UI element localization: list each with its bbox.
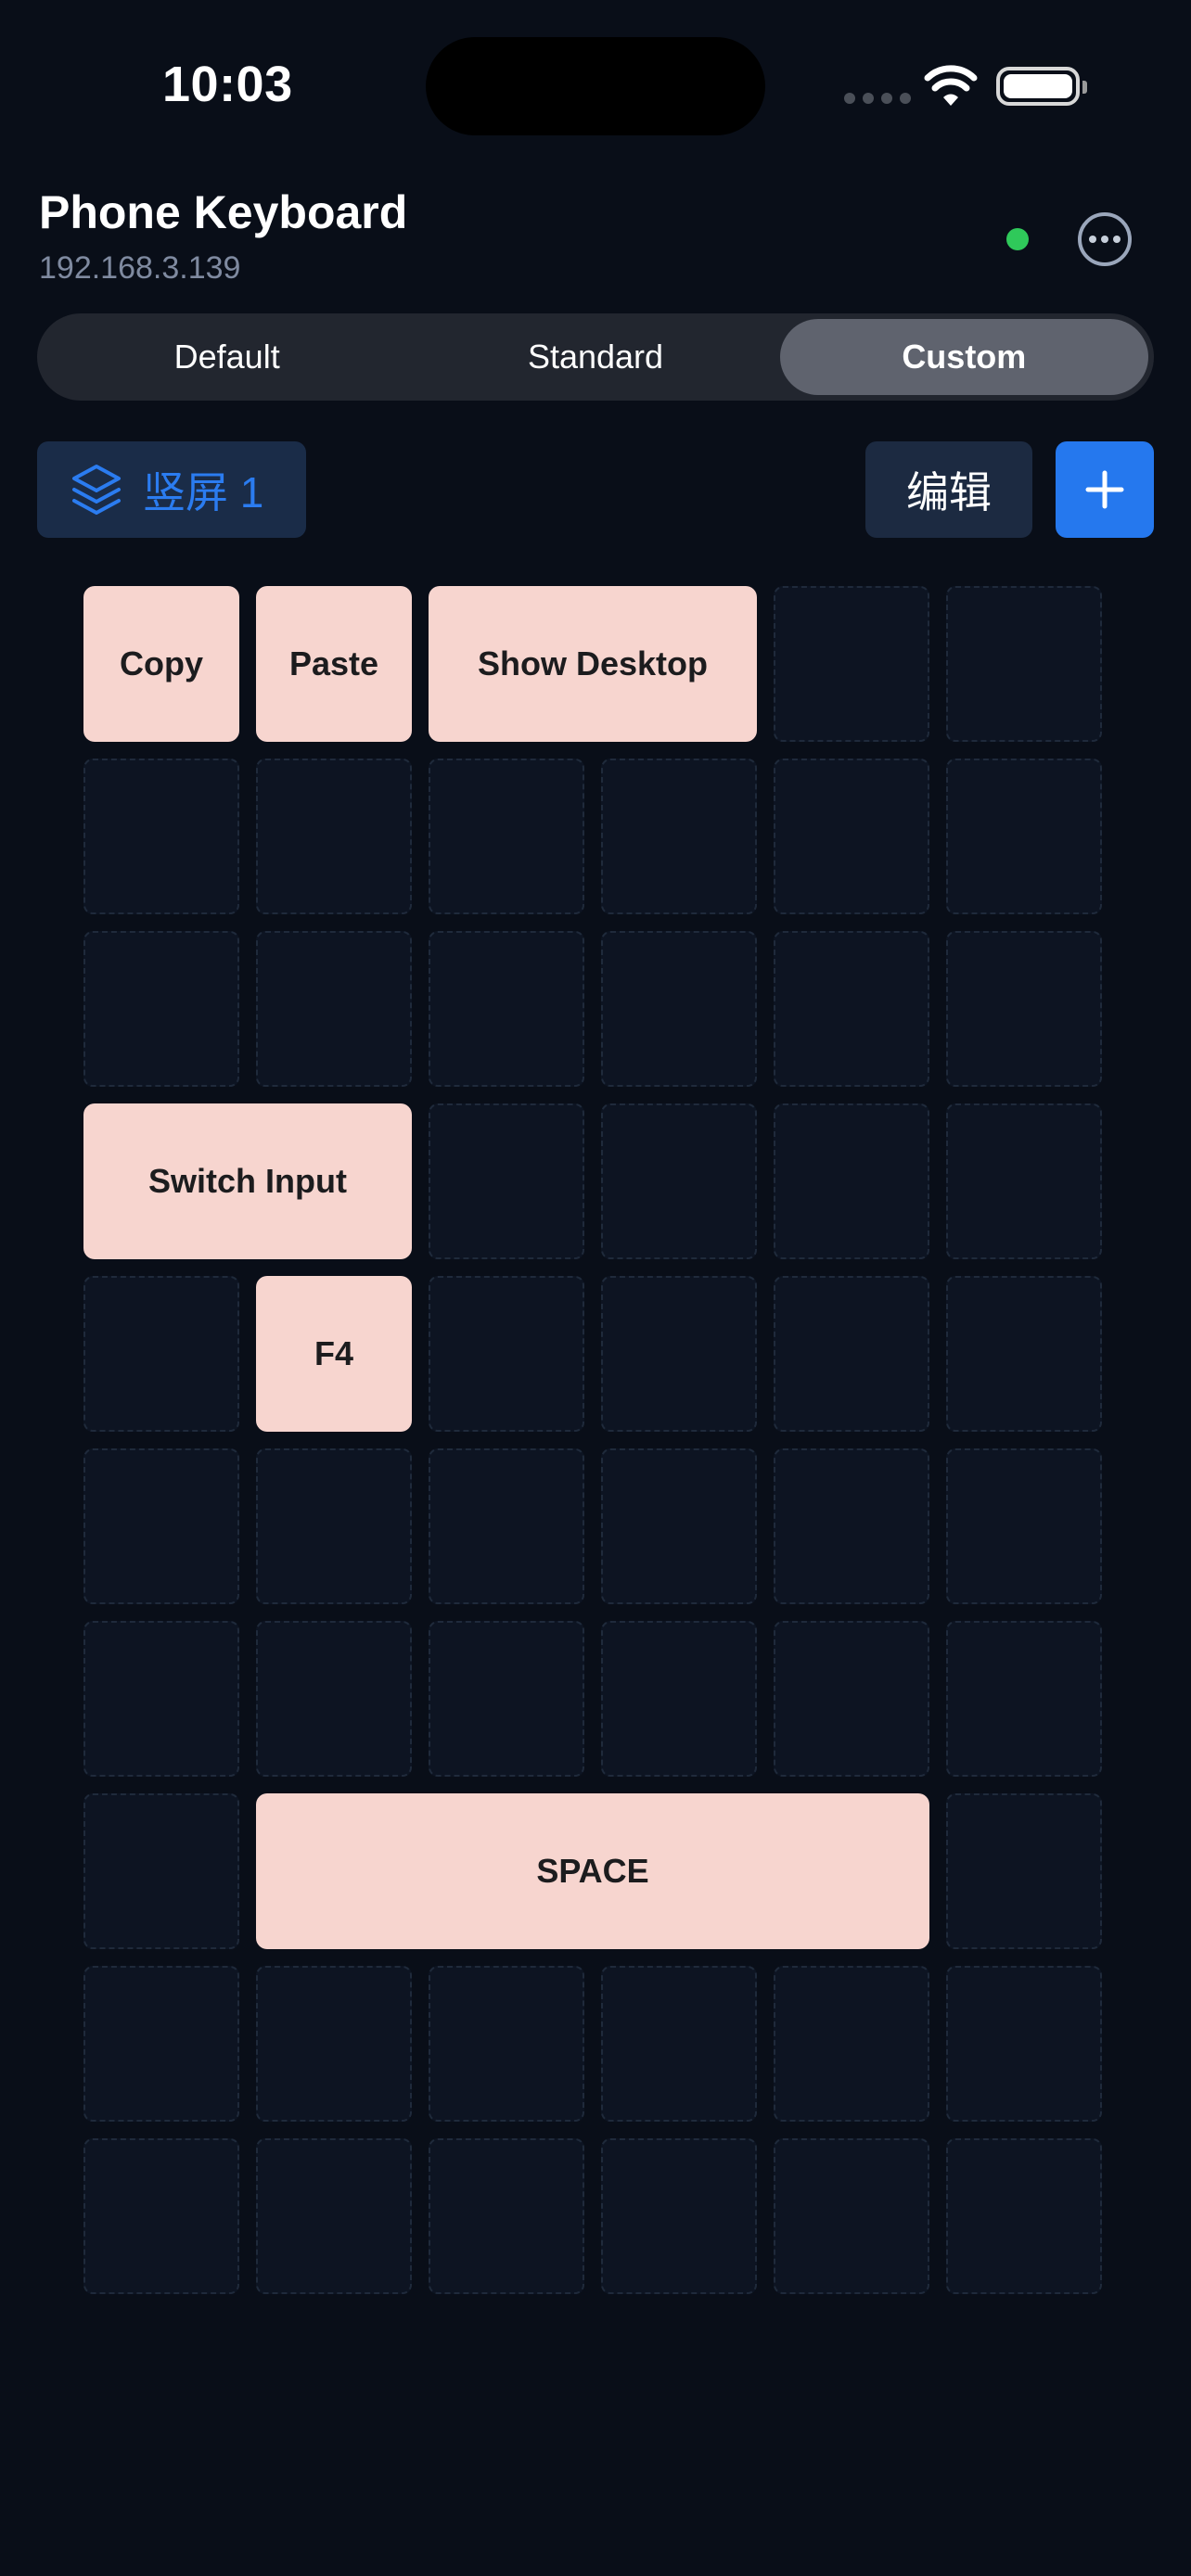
key-copy[interactable]: Copy — [83, 586, 239, 742]
plus-icon — [1085, 470, 1124, 509]
empty-slot[interactable] — [774, 1276, 929, 1432]
empty-slot[interactable] — [774, 759, 929, 914]
key-show-desktop[interactable]: Show Desktop — [429, 586, 757, 742]
device-ip: 192.168.3.139 — [39, 250, 241, 286]
tab-standard[interactable]: Standard — [411, 319, 779, 395]
empty-slot[interactable] — [946, 1621, 1102, 1777]
empty-slot[interactable] — [83, 1966, 239, 2122]
empty-slot[interactable] — [83, 2138, 239, 2294]
battery-icon — [996, 67, 1087, 106]
empty-slot[interactable] — [256, 931, 412, 1087]
empty-slot[interactable] — [946, 1793, 1102, 1949]
empty-slot[interactable] — [601, 931, 757, 1087]
app-screen: 10:03 Phone Keyboard 192.168.3.139 Defau… — [0, 0, 1191, 2576]
empty-slot[interactable] — [601, 1966, 757, 2122]
empty-slot[interactable] — [256, 1448, 412, 1604]
wifi-icon — [924, 65, 978, 106]
key-f4[interactable]: F4 — [256, 1276, 412, 1432]
empty-slot[interactable] — [83, 1621, 239, 1777]
connection-status-dot — [1006, 228, 1029, 250]
empty-slot[interactable] — [83, 1793, 239, 1949]
tab-default[interactable]: Default — [43, 319, 411, 395]
empty-slot[interactable] — [429, 1276, 584, 1432]
page-title: Phone Keyboard — [39, 186, 408, 238]
dynamic-island — [426, 37, 765, 135]
empty-slot[interactable] — [429, 1621, 584, 1777]
empty-slot[interactable] — [946, 1276, 1102, 1432]
empty-slot[interactable] — [601, 2138, 757, 2294]
empty-slot[interactable] — [256, 2138, 412, 2294]
key-paste[interactable]: Paste — [256, 586, 412, 742]
empty-slot[interactable] — [774, 1103, 929, 1259]
more-options-button[interactable] — [1078, 212, 1132, 266]
layer-label: 竖屏 1 — [143, 468, 264, 516]
empty-slot[interactable] — [429, 931, 584, 1087]
empty-slot[interactable] — [774, 1448, 929, 1604]
add-key-button[interactable] — [1056, 441, 1154, 538]
key-switch-input[interactable]: Switch Input — [83, 1103, 412, 1259]
empty-slot[interactable] — [946, 1966, 1102, 2122]
empty-slot[interactable] — [774, 1621, 929, 1777]
empty-slot[interactable] — [946, 2138, 1102, 2294]
empty-slot[interactable] — [429, 759, 584, 914]
key-grid: Copy Paste Show Desktop Switch Input F4 SPACE — [83, 586, 1108, 2294]
empty-slot[interactable] — [83, 931, 239, 1087]
empty-slot[interactable] — [946, 1448, 1102, 1604]
empty-slot[interactable] — [601, 759, 757, 914]
tab-custom[interactable]: Custom — [779, 319, 1148, 395]
empty-slot[interactable] — [429, 1103, 584, 1259]
edit-button[interactable]: 编辑 — [865, 441, 1032, 538]
empty-slot[interactable] — [601, 1276, 757, 1432]
empty-slot[interactable] — [429, 1966, 584, 2122]
empty-slot[interactable] — [774, 931, 929, 1087]
empty-slot[interactable] — [774, 1966, 929, 2122]
empty-slot[interactable] — [946, 759, 1102, 914]
empty-slot[interactable] — [429, 2138, 584, 2294]
cellular-signal-icon — [844, 93, 911, 104]
empty-slot[interactable] — [83, 1276, 239, 1432]
empty-slot[interactable] — [256, 759, 412, 914]
status-time: 10:03 — [162, 57, 293, 112]
empty-slot[interactable] — [774, 586, 929, 742]
empty-slot[interactable] — [256, 1966, 412, 2122]
empty-slot[interactable] — [256, 1621, 412, 1777]
empty-slot[interactable] — [774, 2138, 929, 2294]
empty-slot[interactable] — [83, 1448, 239, 1604]
key-space[interactable]: SPACE — [256, 1793, 929, 1949]
empty-slot[interactable] — [946, 586, 1102, 742]
empty-slot[interactable] — [429, 1448, 584, 1604]
ellipsis-icon — [1089, 236, 1096, 243]
layers-icon — [72, 465, 121, 515]
empty-slot[interactable] — [946, 1103, 1102, 1259]
layer-selector-button[interactable]: 竖屏 1 — [37, 441, 306, 538]
empty-slot[interactable] — [601, 1103, 757, 1259]
empty-slot[interactable] — [601, 1448, 757, 1604]
empty-slot[interactable] — [83, 759, 239, 914]
empty-slot[interactable] — [946, 931, 1102, 1087]
layout-tabs: Default Standard Custom — [37, 313, 1154, 401]
empty-slot[interactable] — [601, 1621, 757, 1777]
